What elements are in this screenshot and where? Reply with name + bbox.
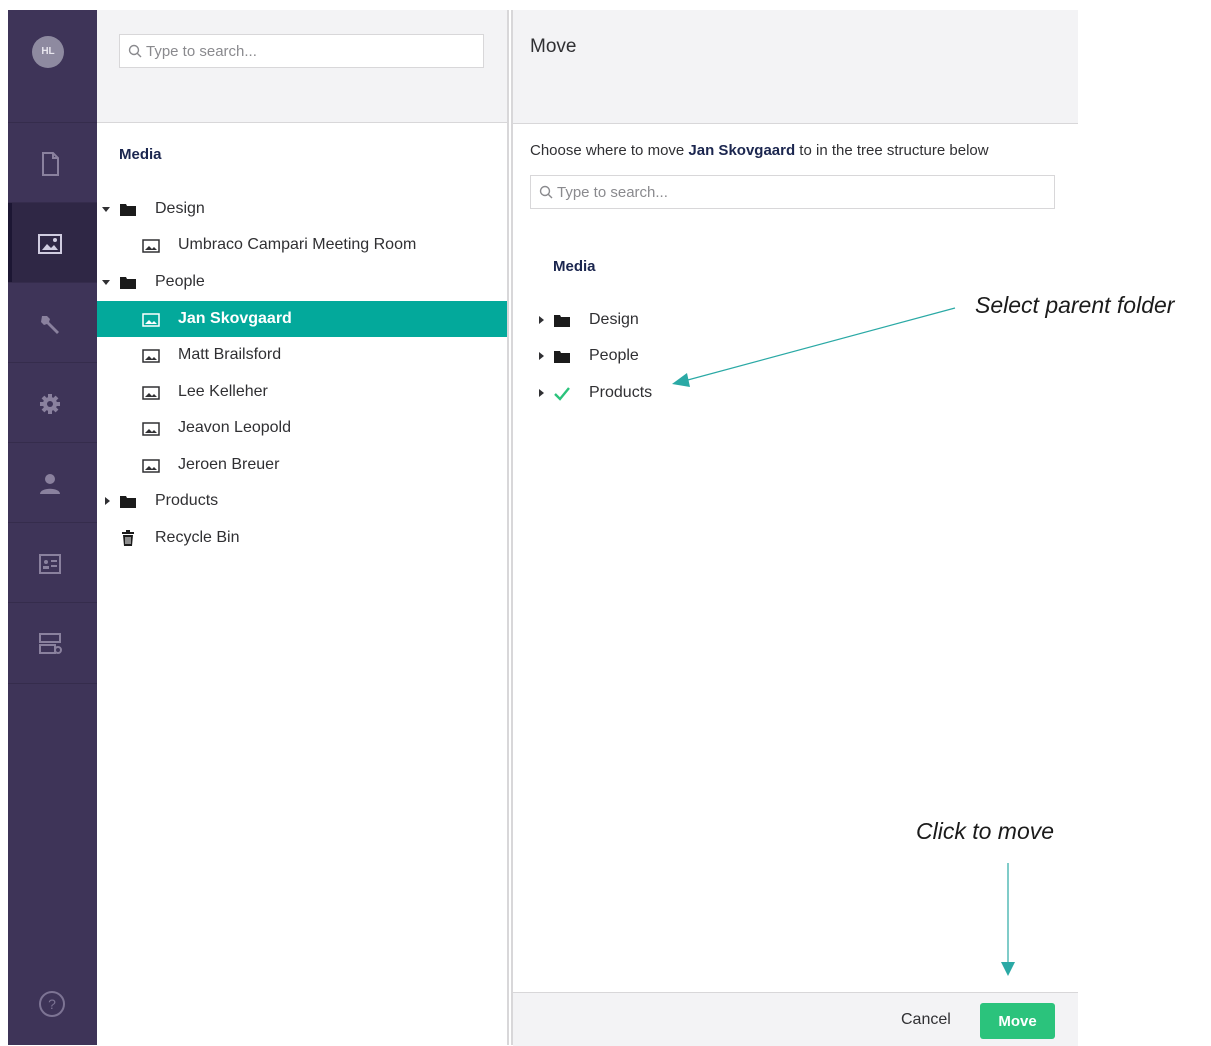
image-icon (142, 349, 160, 363)
check-icon (554, 387, 570, 401)
annotation-click-to-move: Click to move (916, 818, 1055, 844)
user-icon (40, 474, 60, 494)
cancel-button[interactable]: Cancel (893, 1005, 959, 1035)
tree-item-jeavon-leopold[interactable]: Jeavon Leopold (97, 410, 507, 446)
search-icon (128, 44, 142, 58)
instruction-item: Jan Skovgaard (688, 142, 796, 159)
search-icon (539, 185, 553, 199)
section-content[interactable] (8, 122, 97, 203)
app-sidebar: HL ? (8, 10, 97, 1045)
image-icon (142, 313, 160, 327)
tree-item-label: Products (155, 492, 219, 509)
tree-item-jan-skovgaard[interactable]: Jan Skovgaard (97, 301, 507, 337)
panel-divider (507, 10, 509, 1045)
tree-item-label: Recycle Bin (155, 529, 240, 546)
trash-icon (122, 530, 134, 546)
instruction-prefix: Choose where to move (530, 142, 689, 159)
move-dialog: Move Choose where to move Jan Skovgaard … (513, 10, 1078, 1046)
tree-item-people[interactable]: People (97, 264, 507, 300)
tree-item-label: Umbraco Campari Meeting Room (178, 236, 417, 253)
move-dialog-header: Move (513, 10, 1078, 124)
section-forms[interactable] (8, 602, 97, 684)
tree-search-input[interactable] (146, 36, 483, 66)
caret-right-icon[interactable] (537, 352, 545, 360)
picker-item-products[interactable]: Products (513, 375, 813, 411)
caret-down-icon[interactable] (102, 205, 110, 213)
folder-icon (120, 204, 136, 216)
folder-icon (554, 315, 570, 327)
picker-root-label[interactable]: Media (553, 258, 596, 275)
id-card-icon (39, 554, 61, 574)
tree-item-label: Design (155, 200, 205, 217)
picker-item-label: Products (589, 384, 653, 401)
tree-item-products[interactable]: Products (97, 483, 507, 519)
forms-icon (39, 633, 62, 654)
tree-item-label: Jeroen Breuer (178, 456, 280, 473)
tree-item-design[interactable]: Design (97, 191, 507, 227)
section-settings[interactable] (8, 282, 97, 363)
tree-item-label: Lee Kelleher (178, 383, 268, 400)
folder-icon (120, 496, 136, 508)
folder-icon (554, 351, 570, 363)
tree-item-label: People (155, 273, 205, 290)
picker-search-input[interactable] (557, 177, 1054, 207)
section-members[interactable] (8, 522, 97, 603)
section-media[interactable] (8, 202, 97, 283)
image-icon (142, 459, 160, 473)
caret-right-icon[interactable] (537, 389, 545, 397)
caret-right-icon[interactable] (103, 497, 111, 505)
tree-item-recycle-bin[interactable]: Recycle Bin (97, 520, 507, 556)
tree-header (97, 10, 507, 123)
image-icon (142, 386, 160, 400)
picker-item-label: Design (589, 311, 639, 328)
image-icon (142, 422, 160, 436)
instruction-suffix: to in the tree structure below (795, 142, 989, 159)
gear-icon (40, 394, 60, 414)
image-icon (142, 239, 160, 253)
move-button[interactable]: Move (980, 1003, 1055, 1039)
tree-item-label: Jan Skovgaard (178, 310, 292, 327)
tree-search (119, 34, 484, 68)
picker-item-design[interactable]: Design (513, 302, 813, 338)
picker-item-people[interactable]: People (513, 338, 813, 374)
document-icon (42, 152, 59, 176)
folder-icon (120, 277, 136, 289)
tree-root-label[interactable]: Media (119, 146, 162, 163)
tree-item-lee-kelleher[interactable]: Lee Kelleher (97, 374, 507, 410)
image-icon (38, 234, 62, 254)
help-icon[interactable]: ? (38, 990, 66, 1018)
caret-down-icon[interactable] (102, 278, 110, 286)
tree-item-jeroen-breuer[interactable]: Jeroen Breuer (97, 447, 507, 483)
tree-item-umbraco-campari-meeting-room[interactable]: Umbraco Campari Meeting Room (97, 227, 507, 263)
user-avatar[interactable]: HL (32, 36, 64, 68)
annotation-select-parent: Select parent folder (975, 292, 1175, 318)
avatar-zone: HL (8, 10, 97, 122)
caret-right-icon[interactable] (537, 316, 545, 324)
tree-item-matt-brailsford[interactable]: Matt Brailsford (97, 337, 507, 373)
svg-text:?: ? (48, 996, 56, 1012)
tree-item-label: Jeavon Leopold (178, 419, 291, 436)
move-dialog-title: Move (530, 36, 577, 57)
section-packages[interactable] (8, 362, 97, 443)
section-users[interactable] (8, 442, 97, 523)
picker-item-label: People (589, 347, 639, 364)
move-dialog-footer: Cancel Move (513, 992, 1078, 1046)
media-tree-panel: Media Design Umbraco Campari Meeting Roo… (97, 10, 507, 1045)
picker-search (530, 175, 1055, 209)
tree-item-label: Matt Brailsford (178, 346, 282, 363)
move-instructions: Choose where to move Jan Skovgaard to in… (530, 142, 989, 159)
wrench-icon (41, 316, 59, 334)
